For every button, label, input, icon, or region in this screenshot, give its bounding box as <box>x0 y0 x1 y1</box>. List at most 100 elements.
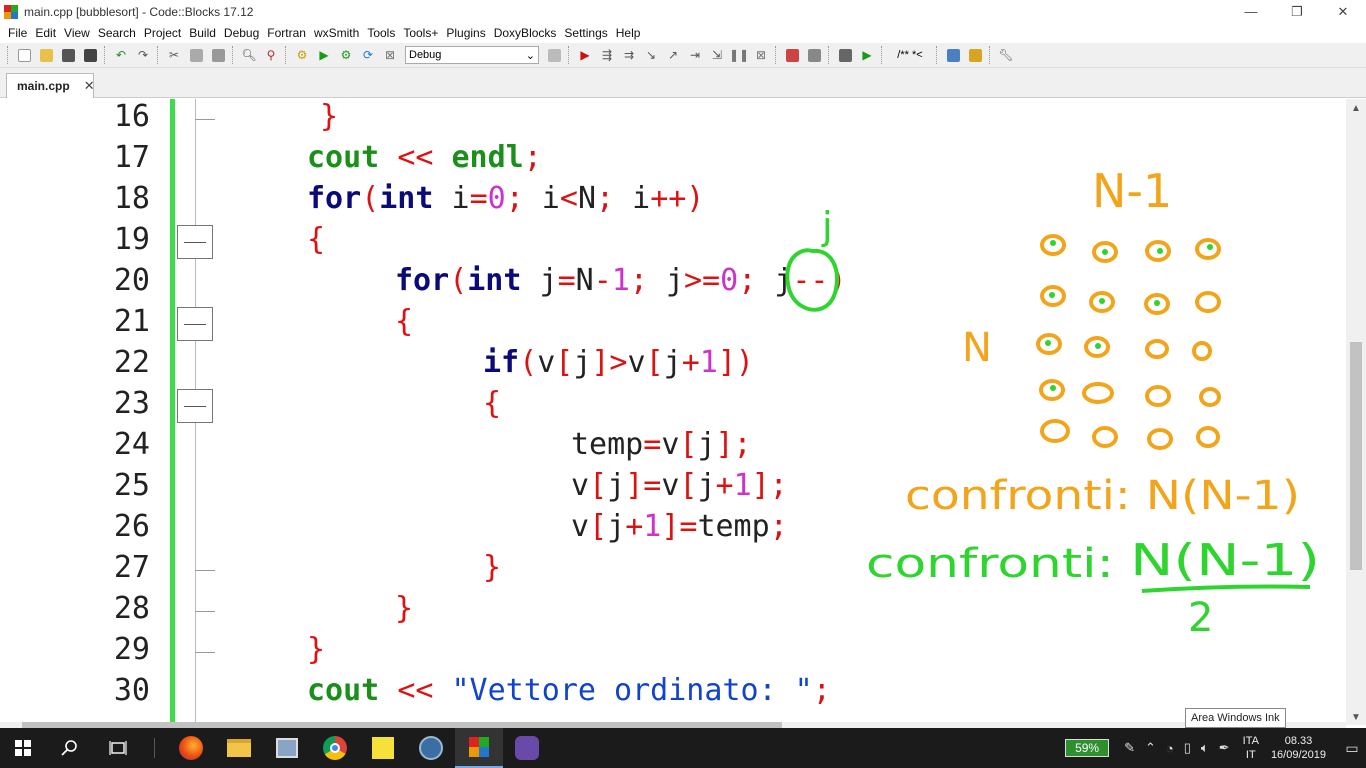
scroll-up-icon[interactable]: ▲ <box>1351 103 1361 114</box>
code-token: { <box>395 304 414 339</box>
notification-center-icon[interactable]: ▭ <box>1338 728 1366 768</box>
title-bar: main.cpp [bubblesort] - Code::Blocks 17.… <box>0 0 1366 23</box>
purple-app-icon[interactable] <box>503 728 551 768</box>
save-icon[interactable] <box>58 46 78 64</box>
clock-date: 16/09/2019 <box>1270 749 1326 761</box>
open-file-icon[interactable] <box>36 46 56 64</box>
save-all-icon[interactable] <box>80 46 100 64</box>
code-editor[interactable]: 16 17 18 19 20 21 22 23 24 25 26 27 28 2… <box>0 99 1346 725</box>
target-options-icon[interactable] <box>544 46 564 64</box>
new-file-icon[interactable] <box>14 46 34 64</box>
abort-icon[interactable]: ⊠ <box>380 46 400 64</box>
wifi-icon[interactable]: ◔ <box>1166 741 1174 756</box>
chrome-icon[interactable] <box>311 728 359 768</box>
firefox-icon[interactable] <box>167 728 215 768</box>
tab-close-icon[interactable]: ✕ <box>84 78 95 94</box>
pen-icon[interactable]: ✎ <box>1124 740 1135 756</box>
battery-icon[interactable]: ▯ <box>1184 740 1191 756</box>
file-explorer-icon[interactable] <box>215 728 263 768</box>
code-token: [ <box>589 468 608 503</box>
debug-windows-icon[interactable] <box>782 46 802 64</box>
tab-main-cpp[interactable]: main.cpp ✕ <box>6 73 95 98</box>
menu-help[interactable]: Help <box>616 26 641 40</box>
find-icon[interactable]: 🔍︎ <box>239 46 259 64</box>
chm-help-icon[interactable] <box>965 46 985 64</box>
menu-search[interactable]: Search <box>98 26 136 40</box>
next-line-icon[interactable]: ⇉ <box>619 46 639 64</box>
rebuild-icon[interactable]: ⟳ <box>358 46 378 64</box>
cut-icon[interactable]: ✂ <box>164 46 184 64</box>
codeblocks-taskbar-icon[interactable] <box>455 728 503 768</box>
debug-run-icon[interactable]: ▶ <box>575 46 595 64</box>
doxyblocks-config-icon[interactable]: 🔧︎ <box>996 46 1016 64</box>
next-instruction-icon[interactable]: ⇥ <box>685 46 705 64</box>
build-target-select[interactable]: Debug ⌄ <box>405 46 539 64</box>
stop-debug-icon[interactable]: ⊠ <box>751 46 771 64</box>
paste-icon[interactable] <box>208 46 228 64</box>
task-view-icon[interactable] <box>94 728 142 768</box>
step-into-icon[interactable]: ↘ <box>641 46 661 64</box>
toolbar-separator <box>104 46 107 64</box>
code-token: i <box>523 181 560 216</box>
fold-toggle[interactable] <box>177 389 213 423</box>
clock[interactable]: 08.33 16/09/2019 <box>1271 734 1326 762</box>
build-icon[interactable]: ⚙ <box>292 46 312 64</box>
image-viewer-icon[interactable] <box>263 728 311 768</box>
menu-debug[interactable]: Debug <box>224 26 259 40</box>
doxywizard-icon[interactable] <box>835 46 855 64</box>
minimize-button[interactable]: — <box>1228 0 1274 23</box>
pause-icon[interactable]: ❚❚ <box>729 46 749 64</box>
menu-project[interactable]: Project <box>144 26 181 40</box>
fold-toggle[interactable] <box>177 307 213 341</box>
code-token: } <box>307 632 326 667</box>
debug-info-icon[interactable] <box>804 46 824 64</box>
restore-button[interactable]: ❐ <box>1274 0 1320 23</box>
tab-label: main.cpp <box>17 79 70 93</box>
windows-start-icon[interactable] <box>0 728 46 768</box>
extract-docs-icon[interactable]: ▶ <box>857 46 877 64</box>
insert-comment-icon[interactable]: /** *< <box>888 46 932 64</box>
vertical-scrollbar[interactable]: ▲ ▼ <box>1346 99 1366 725</box>
menu-tools[interactable]: Tools <box>367 26 395 40</box>
show-hidden-icons-chevron-icon[interactable]: ⌃ <box>1145 740 1156 756</box>
toolbar-separator <box>989 46 992 64</box>
fold-toggle[interactable] <box>177 225 213 259</box>
app-icon[interactable] <box>407 728 455 768</box>
code-token: 1 <box>733 468 752 503</box>
html-docs-icon[interactable] <box>943 46 963 64</box>
redo-icon[interactable]: ↷ <box>133 46 153 64</box>
vertical-scroll-thumb[interactable] <box>1350 342 1362 570</box>
battery-indicator[interactable]: 59% <box>1065 739 1110 757</box>
language-indicator[interactable]: ITA IT <box>1243 734 1259 762</box>
menu-settings[interactable]: Settings <box>564 26 607 40</box>
line-number: 30 <box>113 673 150 708</box>
step-instruction-icon[interactable]: ⇲ <box>707 46 727 64</box>
build-run-icon[interactable]: ⚙ <box>336 46 356 64</box>
copy-icon[interactable] <box>186 46 206 64</box>
code-token: ; <box>629 263 648 298</box>
menu-wxsmith[interactable]: wxSmith <box>314 26 359 40</box>
sticky-notes-icon[interactable] <box>359 728 407 768</box>
windows-ink-icon[interactable]: ✒ <box>1219 740 1230 756</box>
code-line: { <box>307 222 325 262</box>
close-button[interactable]: ✕ <box>1320 0 1366 23</box>
search-icon[interactable] <box>46 728 94 768</box>
code-token: ( <box>449 263 468 298</box>
menu-build[interactable]: Build <box>189 26 216 40</box>
code-token: j <box>647 263 684 298</box>
menu-plugins[interactable]: Plugins <box>446 26 485 40</box>
scroll-down-icon[interactable]: ▼ <box>1351 712 1361 723</box>
menu-file[interactable]: File <box>8 26 27 40</box>
menu-tools-plus[interactable]: Tools+ <box>403 26 438 40</box>
run-to-cursor-icon[interactable]: ⇶ <box>597 46 617 64</box>
menu-doxyblocks[interactable]: DoxyBlocks <box>494 26 557 40</box>
undo-icon[interactable]: ↶ <box>111 46 131 64</box>
menu-view[interactable]: View <box>64 26 90 40</box>
menu-fortran[interactable]: Fortran <box>267 26 306 40</box>
menu-edit[interactable]: Edit <box>35 26 56 40</box>
code-token: j <box>607 468 626 503</box>
run-icon[interactable]: ▶ <box>314 46 334 64</box>
volume-icon[interactable]: 🔈︎ <box>1201 740 1209 756</box>
replace-icon[interactable]: ⚲ <box>261 46 281 64</box>
step-out-icon[interactable]: ↗ <box>663 46 683 64</box>
